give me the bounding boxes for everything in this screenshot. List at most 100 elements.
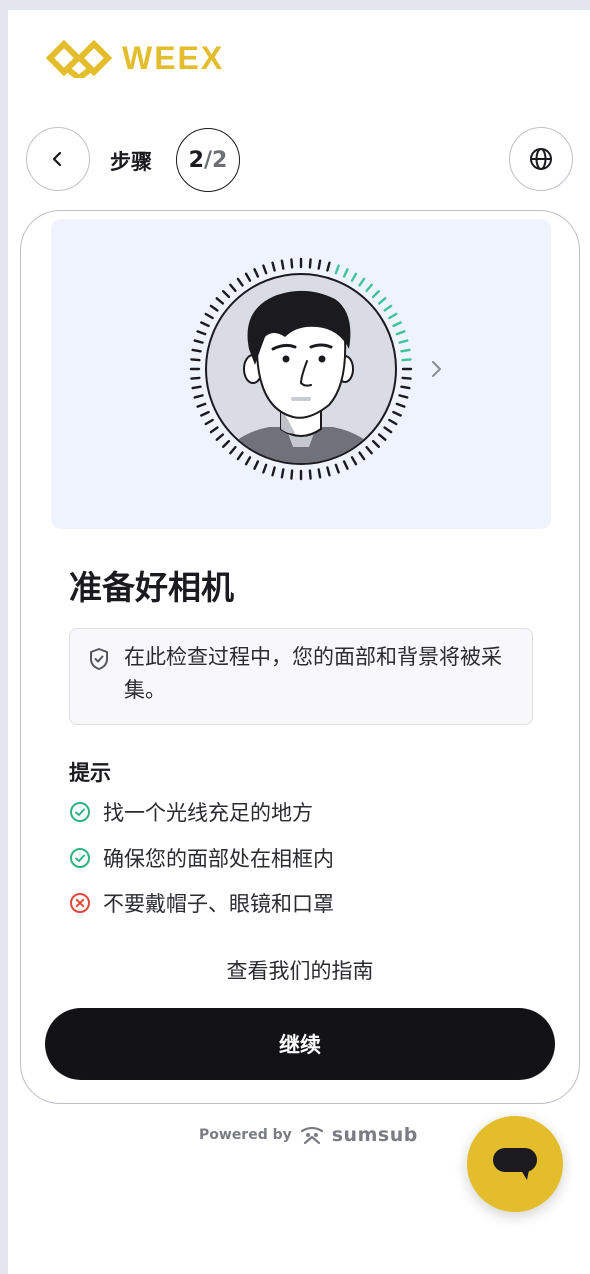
frame-tick bbox=[191, 348, 202, 353]
frame-tick bbox=[395, 330, 406, 336]
chevron-right-icon bbox=[432, 361, 441, 377]
frame-tick bbox=[193, 394, 204, 399]
card-title: 准备好相机 bbox=[69, 568, 234, 607]
frame-tick bbox=[377, 433, 387, 441]
weex-logo-text: WEEX bbox=[122, 39, 225, 76]
frame-tick bbox=[365, 283, 373, 293]
check-circle-icon bbox=[70, 802, 90, 822]
frame-tick bbox=[334, 463, 340, 474]
frame-tick bbox=[190, 376, 201, 380]
step-label: 步骤 bbox=[110, 150, 152, 174]
frame-tick bbox=[290, 258, 294, 269]
frame-tick bbox=[262, 264, 268, 275]
verification-page: WEEX 步骤 2/2 准备好相机 在此检查过程中，您的面部和背景将被采集。 提… bbox=[8, 10, 590, 1274]
chat-support-button[interactable] bbox=[467, 1116, 563, 1212]
tip-item: 找一个光线充足的地方 bbox=[69, 797, 313, 827]
weex-logo: WEEX bbox=[44, 38, 224, 78]
tip-item: 确保您的面部处在相框内 bbox=[69, 843, 334, 873]
frame-tick bbox=[358, 277, 366, 287]
frame-tick bbox=[365, 445, 373, 455]
tip-text: 不要戴帽子、眼镜和口罩 bbox=[103, 892, 334, 916]
step-current: 2 bbox=[188, 147, 204, 173]
frame-tick bbox=[196, 402, 207, 408]
weex-logo-mark-icon bbox=[45, 39, 113, 78]
frame-tick bbox=[209, 304, 219, 312]
sumsub-wordmark: sumsub bbox=[331, 1124, 418, 1146]
frame-tick bbox=[290, 469, 294, 480]
frame-tick bbox=[236, 277, 244, 287]
shield-icon bbox=[90, 648, 108, 670]
frame-tick bbox=[392, 321, 402, 328]
chat-bubble-icon bbox=[493, 1148, 537, 1180]
privacy-notice-text: 在此检查过程中，您的面部和背景将被采集。 bbox=[124, 645, 502, 702]
frame-tick bbox=[400, 385, 411, 390]
frame-tick bbox=[388, 312, 398, 320]
check-circle-icon bbox=[70, 848, 90, 868]
frame-tick bbox=[236, 451, 244, 461]
frame-tick bbox=[398, 339, 409, 344]
frame-tick bbox=[244, 456, 252, 466]
frame-tick bbox=[395, 402, 406, 408]
frame-tick bbox=[317, 468, 322, 479]
frame-tick bbox=[401, 358, 412, 362]
frame-tick bbox=[350, 456, 358, 466]
frame-tick bbox=[400, 348, 411, 353]
frame-tick bbox=[383, 426, 393, 434]
frame-tick bbox=[326, 261, 331, 272]
frame-tick bbox=[253, 268, 260, 278]
frame-tick bbox=[342, 268, 349, 278]
frame-tick bbox=[196, 330, 207, 336]
frame-tick bbox=[371, 290, 380, 299]
sumsub-logo-icon bbox=[300, 1126, 323, 1145]
frame-tick bbox=[358, 451, 366, 461]
tips-heading: 提示 bbox=[69, 761, 111, 785]
frame-tick bbox=[401, 376, 412, 380]
frame-tick bbox=[388, 418, 398, 426]
frame-tick bbox=[308, 258, 312, 269]
view-guide-link[interactable]: 查看我们的指南 bbox=[21, 955, 579, 985]
frame-tick bbox=[317, 259, 322, 270]
frame-tick bbox=[280, 259, 285, 270]
globe-icon bbox=[530, 148, 552, 170]
step-total: /2 bbox=[203, 147, 228, 173]
selfie-illustration-panel bbox=[51, 219, 551, 529]
step-indicator: 2/2 bbox=[176, 128, 240, 192]
frame-tick bbox=[392, 410, 402, 417]
frame-tick bbox=[262, 463, 268, 474]
frame-tick bbox=[200, 410, 210, 417]
frame-tick bbox=[280, 468, 285, 479]
tip-text: 确保您的面部处在相框内 bbox=[103, 847, 334, 871]
face-frame-illustration bbox=[189, 257, 413, 481]
frame-tick bbox=[350, 272, 358, 282]
frame-tick bbox=[326, 466, 331, 477]
frame-tick bbox=[222, 290, 231, 299]
back-button[interactable] bbox=[26, 127, 90, 191]
powered-by-footer: Powered by sumsub bbox=[199, 1124, 418, 1146]
frame-tick bbox=[308, 469, 312, 480]
language-button[interactable] bbox=[509, 127, 573, 191]
frame-tick bbox=[334, 264, 340, 275]
tip-text: 找一个光线充足的地方 bbox=[103, 801, 313, 825]
frame-tick bbox=[190, 358, 201, 362]
frame-tick bbox=[215, 433, 225, 441]
x-circle-icon bbox=[70, 893, 90, 913]
frame-tick bbox=[200, 321, 210, 328]
frame-tick bbox=[193, 339, 204, 344]
chevron-left-icon bbox=[52, 151, 62, 167]
frame-tick bbox=[204, 312, 214, 320]
frame-tick bbox=[271, 466, 276, 477]
frame-tick bbox=[215, 297, 225, 305]
frame-tick bbox=[377, 297, 387, 305]
frame-tick bbox=[342, 460, 349, 470]
frame-tick bbox=[229, 283, 237, 293]
frame-tick bbox=[371, 439, 380, 448]
tip-item: 不要戴帽子、眼镜和口罩 bbox=[69, 888, 334, 918]
frame-tick bbox=[204, 418, 214, 426]
instructions-card: 准备好相机 在此检查过程中，您的面部和背景将被采集。 提示 找一个光线充足的地方… bbox=[20, 210, 580, 1104]
frame-tick bbox=[209, 426, 219, 434]
frame-tick bbox=[271, 261, 276, 272]
frame-tick bbox=[383, 304, 393, 312]
frame-tick bbox=[222, 439, 231, 448]
continue-button[interactable]: 继续 bbox=[45, 1008, 555, 1080]
frame-tick bbox=[244, 272, 252, 282]
